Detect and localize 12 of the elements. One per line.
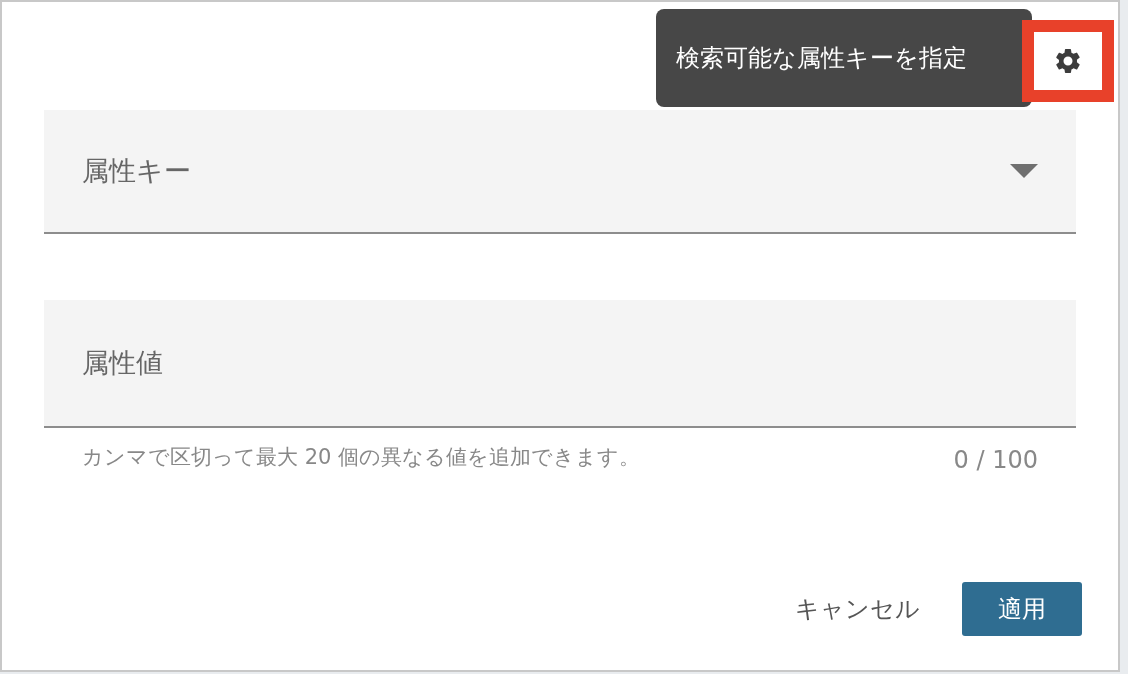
character-counter: 0 / 100 <box>953 445 1038 476</box>
settings-icon <box>1053 46 1083 76</box>
settings-button[interactable] <box>1022 20 1114 102</box>
dropdown-caret-icon <box>1010 164 1038 178</box>
key-select[interactable]: 属性キー <box>44 110 1076 234</box>
apply-button[interactable]: 適用 <box>962 582 1082 636</box>
key-select-label: 属性キー <box>82 153 191 188</box>
value-input[interactable]: 属性値 <box>82 342 1038 384</box>
tooltip: 検索可能な属性キーを指定 <box>656 9 1032 107</box>
value-field[interactable]: 属性値 <box>44 300 1076 428</box>
helper-text: カンマで区切って最大 20 個の異なる値を追加できます。 <box>82 444 641 471</box>
cancel-button[interactable]: キャンセル <box>779 582 936 636</box>
